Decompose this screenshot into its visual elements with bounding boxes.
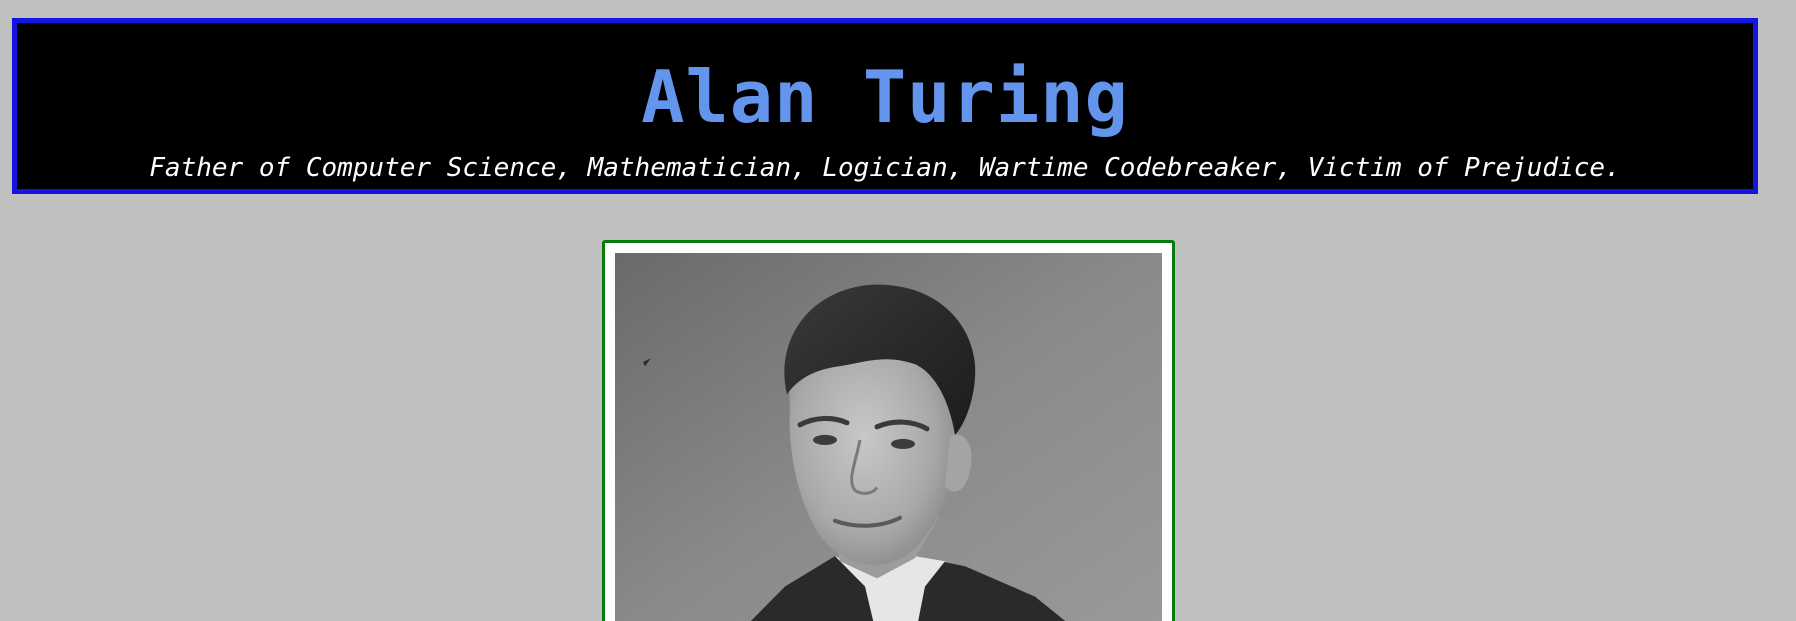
page-subtitle: Father of Computer Science, Mathematicia… [149, 153, 1621, 183]
page-title: Alan Turing [641, 55, 1129, 139]
page-header: Alan Turing Father of Computer Science, … [12, 18, 1758, 194]
portrait-frame [602, 240, 1175, 621]
portrait-photo [615, 253, 1162, 621]
